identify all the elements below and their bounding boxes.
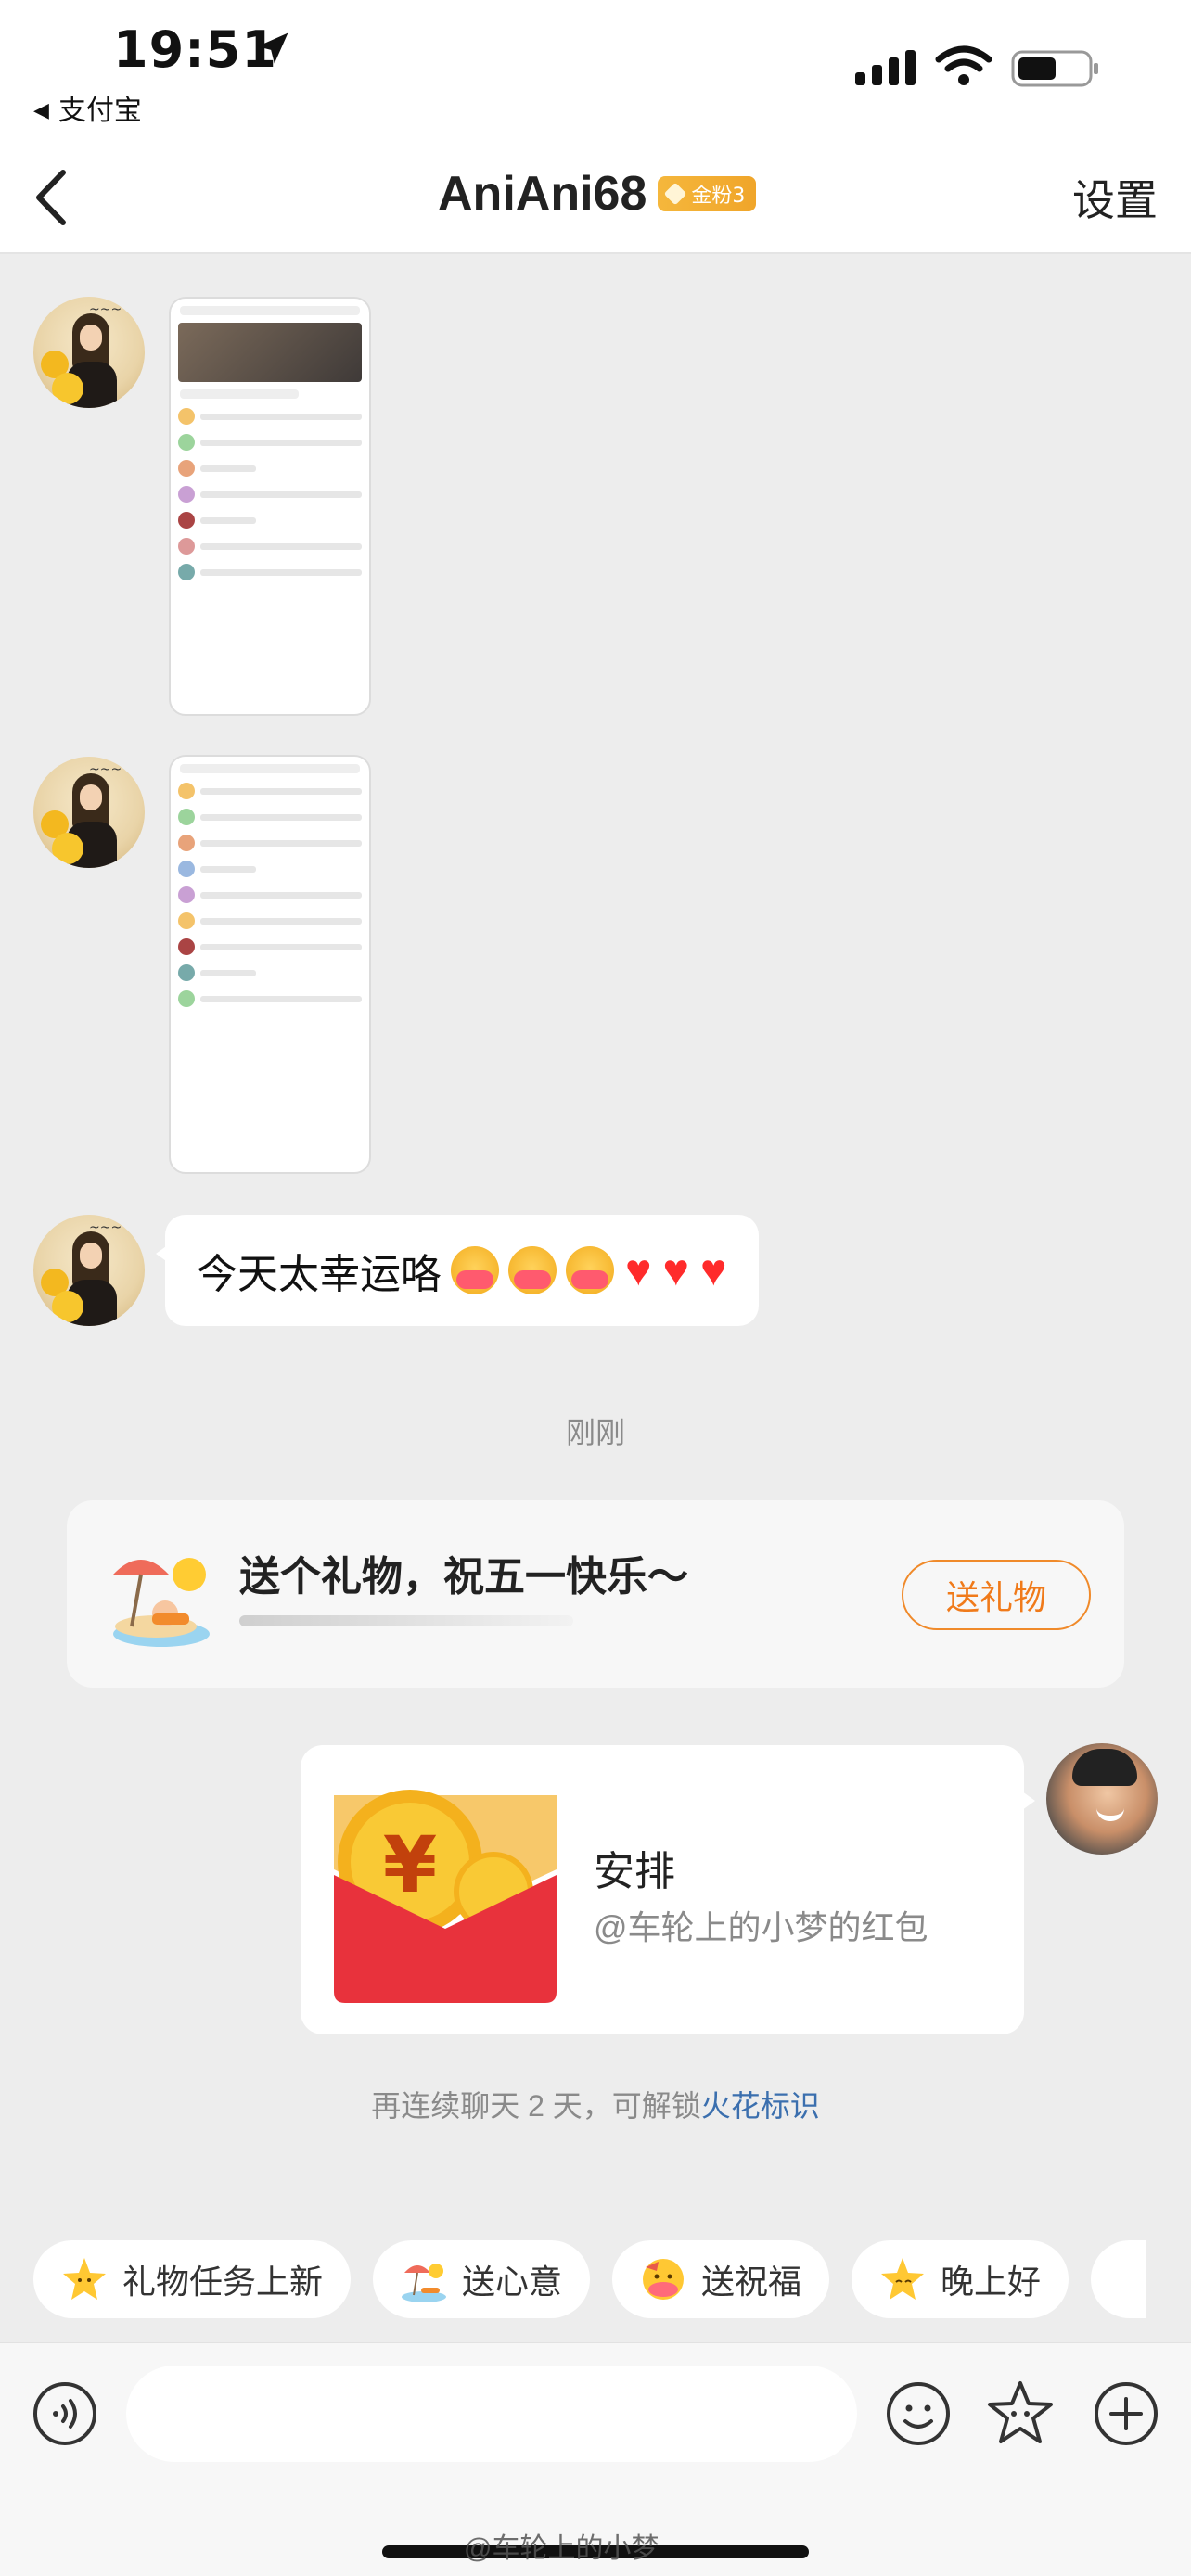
shot-photo [178, 323, 362, 382]
red-packet-title: 安排 [594, 1849, 675, 1894]
chip-good-evening[interactable]: 晚上好 [852, 2240, 1069, 2318]
voice-input-icon[interactable] [32, 2380, 98, 2447]
shot-row [178, 538, 362, 555]
avatar-coin [52, 373, 83, 404]
shot-line [180, 389, 300, 399]
chat-title: AniAni68 [438, 167, 647, 221]
chip-label: 礼物任务上新 [122, 2263, 324, 2301]
spark-badge-link[interactable]: 火花标识 [701, 2089, 820, 2123]
shot-row [178, 835, 362, 851]
shot-row [178, 434, 362, 451]
shot-header-bar [180, 306, 360, 315]
battery-icon [1011, 50, 1098, 87]
plus-icon[interactable] [1093, 2380, 1159, 2447]
my-avatar-hair [1072, 1749, 1137, 1786]
contact-avatar[interactable]: ~~~ [33, 1215, 145, 1326]
location-arrow-icon [257, 32, 288, 64]
beach-holiday-icon [113, 1558, 210, 1647]
hugging-emoji-icon [451, 1246, 499, 1294]
shot-row [178, 512, 362, 529]
back-app-label: 支付宝 [58, 95, 142, 127]
red-heart-icon: ♥ [625, 1245, 652, 1295]
shot-row [178, 990, 362, 1007]
text-message-bubble[interactable]: 今天太幸运咯 ♥ ♥ ♥ [156, 1215, 759, 1326]
gem-icon [663, 182, 687, 206]
svg-text:¥: ¥ [383, 1819, 437, 1910]
message-input-bar: @车轮上的小梦 [0, 2342, 1191, 2576]
back-triangle-icon: ◀ [33, 99, 49, 122]
chip-more-partial[interactable] [1091, 2240, 1147, 2318]
chat-header: AniAni68 金粉3 设置 [0, 139, 1191, 254]
chip-label: 送心意 [462, 2263, 563, 2301]
message-input[interactable] [126, 2366, 857, 2462]
gift-card-title: 送个礼物，祝五一快乐～ [239, 1554, 688, 1600]
avatar-coin [52, 833, 83, 864]
hugging-emoji-icon [508, 1246, 557, 1294]
chat-streak-hint: 再连续聊天 2 天，可解锁火花标识 [0, 2083, 1191, 2125]
beach-icon [402, 2264, 447, 2302]
fan-level-label: 金粉3 [691, 185, 746, 208]
shot-row [178, 460, 362, 477]
star-icon [881, 2258, 925, 2300]
red-heart-icon: ♥ [662, 1245, 690, 1295]
shot-row [178, 861, 362, 877]
chip-label: 晚上好 [941, 2263, 1042, 2301]
star-icon [63, 2258, 106, 2300]
shot-row [178, 564, 362, 580]
streak-text: 再连续聊天 2 天，可解锁 [371, 2089, 701, 2123]
gift-card-progress [239, 1615, 573, 1626]
shot-row [178, 408, 362, 425]
chat-title-wrap: AniAni68 金粉3 [438, 161, 757, 226]
shot-row [178, 886, 362, 903]
chip-label: 送祝福 [701, 2263, 802, 2301]
gift-suggestion-card: 送个礼物，祝五一快乐～ 送礼物 [67, 1500, 1124, 1688]
status-bar: 19:51 ◀ 支付宝 [0, 0, 1191, 139]
quick-reply-chips: 礼物任务上新 送心意 送祝福 晚上好 [33, 2240, 1147, 2318]
shot-row [178, 938, 362, 955]
contact-avatar[interactable]: ~~~ [33, 297, 145, 408]
chip-send-blessing[interactable]: 送祝福 [612, 2240, 830, 2318]
red-packet-subtitle: @车轮上的小梦的红包 [594, 1908, 928, 1946]
shot-header-bar [180, 764, 360, 773]
emoji-icon[interactable] [885, 2380, 952, 2447]
chip-gift-task[interactable]: 礼物任务上新 [33, 2240, 352, 2318]
image-message-screenshot[interactable] [169, 297, 371, 716]
watermark: @车轮上的小梦 [464, 2533, 660, 2564]
avatar-face [80, 1243, 102, 1269]
shot-row [178, 912, 362, 929]
my-avatar[interactable] [1046, 1743, 1158, 1855]
my-avatar-smile [1096, 1808, 1124, 1821]
cellular-signal-icon [855, 50, 916, 85]
back-to-app-link[interactable]: ◀ 支付宝 [33, 87, 142, 128]
wifi-icon [935, 45, 992, 85]
chip-send-regards[interactable]: 送心意 [373, 2240, 591, 2318]
shot-row [178, 809, 362, 825]
shot-row [178, 486, 362, 503]
avatar-coin [52, 1291, 83, 1322]
avatar-face [80, 784, 102, 810]
settings-button[interactable]: 设置 [1072, 167, 1158, 228]
avatar-face [80, 325, 102, 351]
image-message-screenshot[interactable] [169, 755, 371, 1174]
shot-row [178, 964, 362, 981]
send-gift-button[interactable]: 送礼物 [902, 1560, 1091, 1630]
red-packet-message[interactable]: ¥ 安排 @车轮上的小梦的红包 [301, 1745, 1035, 2034]
contact-avatar[interactable]: ~~~ [33, 757, 145, 868]
fan-level-badge: 金粉3 [658, 176, 757, 211]
back-chevron-icon[interactable] [28, 165, 74, 230]
sticker-star-icon[interactable] [985, 2378, 1056, 2449]
red-heart-icon: ♥ [700, 1245, 727, 1295]
red-packet-icon: ¥ [334, 1790, 557, 2003]
hugging-emoji-icon [566, 1246, 614, 1294]
hug-emoji-icon [643, 2259, 685, 2300]
time-separator: 刚刚 [565, 1415, 625, 1450]
message-text: 今天太幸运咯 [197, 1252, 442, 1297]
shot-row [178, 783, 362, 799]
